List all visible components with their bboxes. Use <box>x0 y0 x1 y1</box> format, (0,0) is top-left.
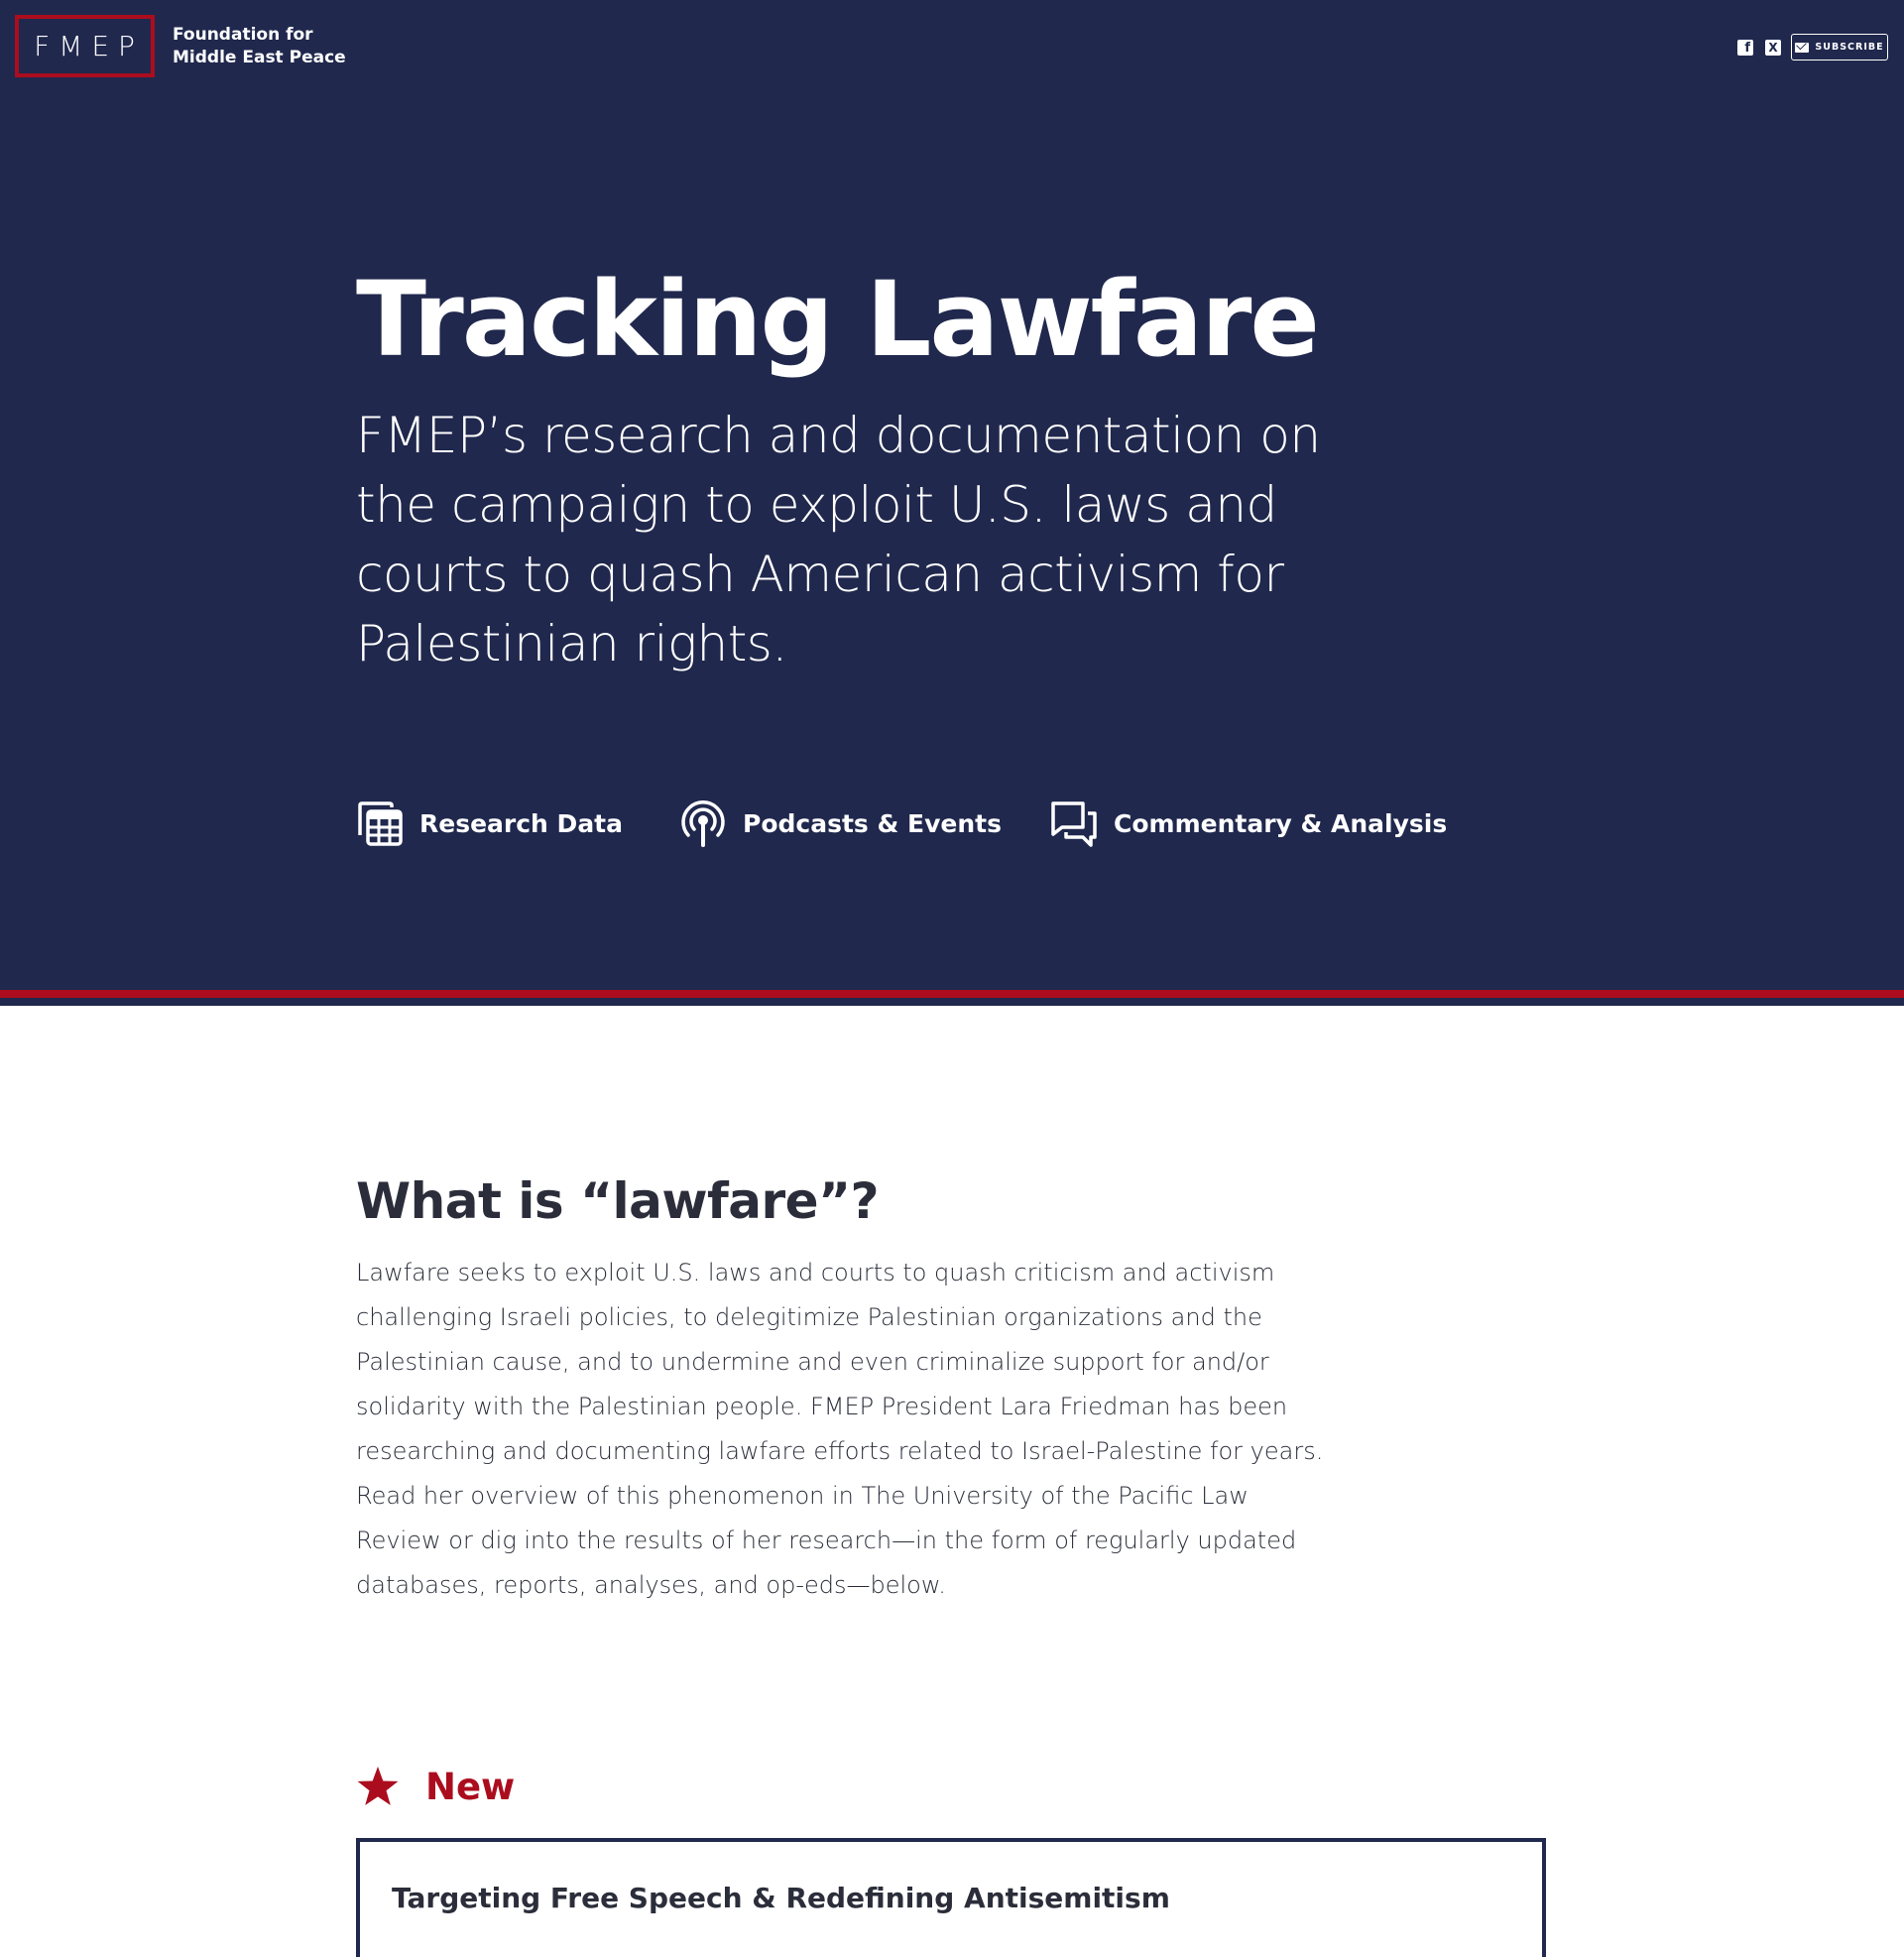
org-name-line2: Middle East Peace <box>173 48 346 67</box>
podcast-icon <box>681 800 725 847</box>
research-data-link[interactable]: Research Data <box>356 797 623 849</box>
card-title[interactable]: Targeting Free Speech & Redefining Antis… <box>392 1882 1483 1914</box>
research-data-label: Research Data <box>419 808 624 838</box>
facebook-icon[interactable]: f <box>1737 40 1753 56</box>
podcasts-events-label: Podcasts & Events <box>743 808 1002 838</box>
hero-navy-stripe <box>0 998 1904 1006</box>
hero-red-stripe <box>0 990 1904 998</box>
spreadsheet-icon <box>358 801 403 846</box>
mail-icon <box>1795 42 1810 53</box>
new-label: New <box>425 1765 516 1808</box>
subscribe-button[interactable]: SUBSCRIBE <box>1791 34 1888 61</box>
fmep-logo[interactable]: FMEP <box>15 15 155 77</box>
lawfare-heading: What is “lawfare”? <box>356 1172 879 1230</box>
org-name-line1: Foundation for <box>173 25 313 45</box>
chat-bubbles-icon <box>1051 801 1097 847</box>
lawfare-description: Lawfare seeks to exploit U.S. laws and c… <box>356 1259 1324 1599</box>
page-title: Tracking Lawfare <box>356 259 1320 380</box>
page-subtitle: FMEP’s research and documentation on the… <box>356 407 1321 673</box>
subscribe-label: SUBSCRIBE <box>1815 42 1884 53</box>
commentary-analysis-label: Commentary & Analysis <box>1114 808 1448 838</box>
new-item-card[interactable]: Targeting Free Speech & Redefining Antis… <box>356 1838 1546 1957</box>
commentary-analysis-link[interactable]: Commentary & Analysis <box>1050 797 1447 849</box>
podcasts-events-link[interactable]: Podcasts & Events <box>679 797 1002 849</box>
org-name[interactable]: Foundation for Middle East Peace <box>173 24 371 69</box>
new-section-header: New <box>356 1762 515 1811</box>
star-icon <box>357 1767 399 1805</box>
x-twitter-icon[interactable]: X <box>1765 40 1781 56</box>
